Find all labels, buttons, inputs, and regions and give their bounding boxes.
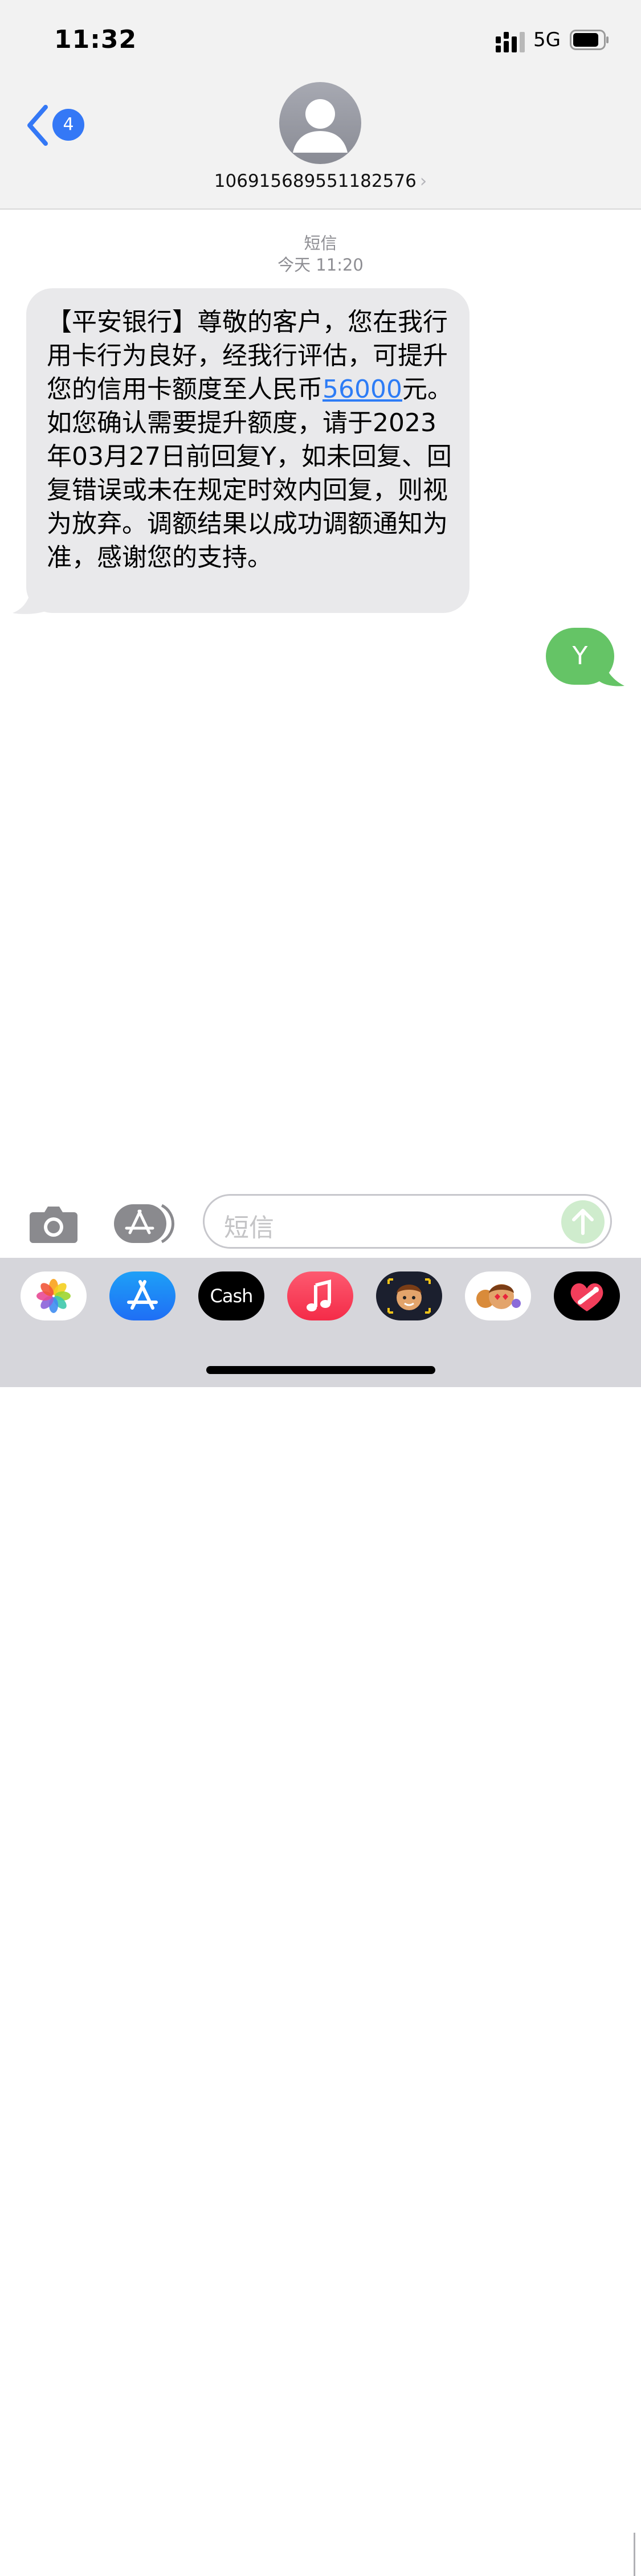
memoji-app-button[interactable] bbox=[376, 1271, 442, 1320]
send-button[interactable] bbox=[561, 1200, 605, 1244]
message-timestamp: 今天 11:20 bbox=[277, 255, 364, 275]
cash-label: Cash bbox=[210, 1285, 254, 1307]
status-bar: 11:32 5G bbox=[0, 0, 641, 74]
app-store-icon bbox=[127, 1280, 158, 1310]
chevron-right-icon: › bbox=[419, 171, 427, 191]
chevron-left-icon bbox=[27, 105, 48, 146]
photos-app-button[interactable] bbox=[21, 1271, 87, 1320]
memoji-icon bbox=[387, 1278, 431, 1314]
music-app-button[interactable] bbox=[287, 1271, 353, 1320]
contact-number: 106915689551182576 bbox=[214, 171, 417, 191]
digital-touch-app-button[interactable] bbox=[554, 1271, 620, 1320]
app-store-icon[interactable] bbox=[113, 1203, 175, 1244]
arrow-up-icon bbox=[572, 1209, 594, 1235]
outgoing-message-bubble[interactable]: Y bbox=[546, 628, 614, 685]
photos-icon bbox=[36, 1279, 71, 1313]
back-button[interactable]: 4 bbox=[25, 103, 88, 148]
apple-cash-app-button[interactable]: Cash bbox=[198, 1271, 264, 1320]
heart-icon bbox=[570, 1283, 603, 1311]
incoming-message-bubble[interactable]: 【平安银行】尊敬的客户，您在我行用卡行为良好，经我行评估，可提升您的信用卡额度至… bbox=[26, 288, 469, 613]
battery-icon bbox=[570, 30, 609, 50]
camera-icon[interactable] bbox=[28, 1203, 79, 1244]
memoji-stickers-app-button[interactable] bbox=[465, 1271, 531, 1320]
music-note-icon bbox=[307, 1279, 331, 1311]
input-placeholder: 短信 bbox=[224, 1213, 274, 1242]
tray-scroll-indicator bbox=[634, 2533, 635, 2576]
contact-avatar[interactable] bbox=[279, 82, 361, 164]
message-input[interactable]: 短信 bbox=[203, 1194, 612, 1249]
message-input-bar: 短信 bbox=[0, 1191, 641, 1258]
service-label: 短信 bbox=[304, 234, 337, 253]
status-time: 11:32 bbox=[54, 25, 137, 54]
person-icon bbox=[293, 99, 348, 153]
amount-link[interactable]: 56000 bbox=[322, 375, 402, 404]
network-type: 5G bbox=[533, 28, 561, 51]
cellular-signal-icon bbox=[496, 32, 525, 52]
conversation-header: 4 106915689551182576 › bbox=[0, 74, 641, 210]
memoji-stickers-icon bbox=[476, 1284, 521, 1309]
unread-count-badge: 4 bbox=[52, 109, 84, 141]
app-store-app-button[interactable] bbox=[109, 1271, 175, 1320]
incoming-message-text: 【平安银行】尊敬的客户，您在我行用卡行为良好，经我行评估，可提升您的信用卡额度至… bbox=[47, 308, 452, 572]
contact-name[interactable]: 106915689551182576 › bbox=[0, 171, 641, 191]
home-indicator[interactable] bbox=[206, 1366, 435, 1374]
